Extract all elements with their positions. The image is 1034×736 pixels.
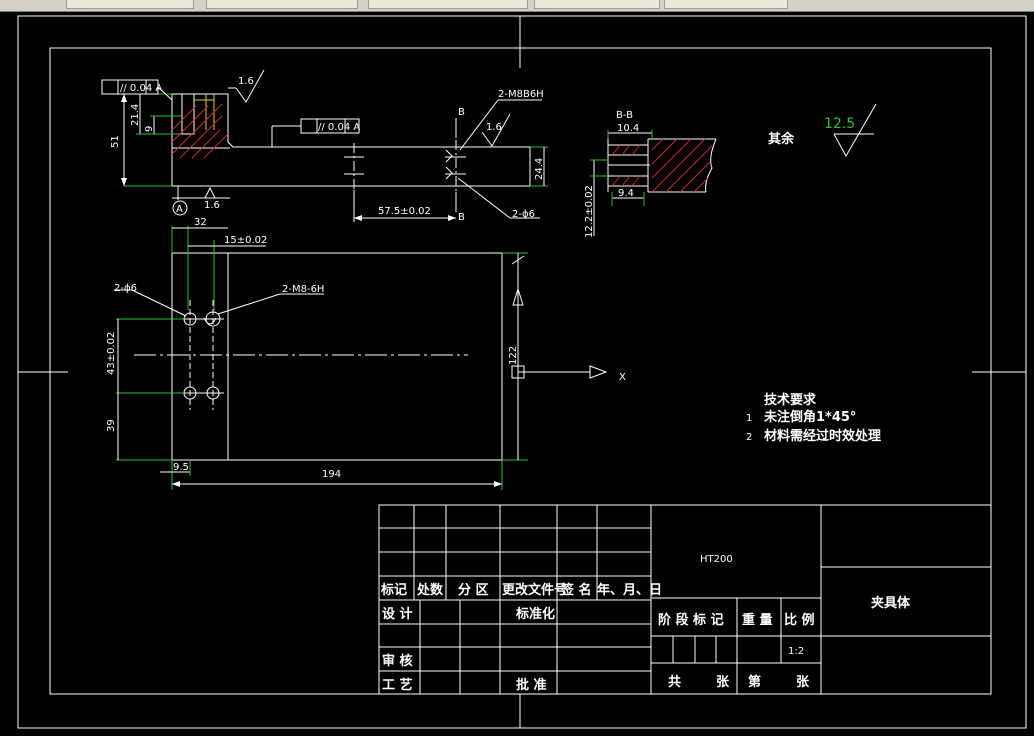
dim-57-5: 57.5±0.02 [378,206,431,217]
hole-label-top: 2-ϕ6 [512,209,535,220]
col-sign: 签 名 [560,582,592,598]
label-design: 设 计 [382,606,413,622]
dim-39: 39 [106,419,117,432]
rest-label: 其余 [768,131,795,147]
label-scale: 比 例 [784,612,815,628]
tech-req-item2-no: 2 [746,432,752,443]
dim-15: 15±0.02 [224,235,267,246]
label-total: 共 [668,674,681,690]
flatness-frame-1: // 0.04 A [120,83,162,94]
dim-9-4: 9.4 [618,188,634,199]
label-weight: 重 量 [742,612,773,628]
section-title: B-B [616,110,633,121]
m8-label-plan: 2-M8-6H [282,284,324,295]
front-view-dimensions [101,69,548,222]
dim-21-4: 21.4 [130,104,141,126]
tech-req-item2: 材料需经过时效处理 [764,428,881,444]
dim-9-5: 9.5 [173,462,189,473]
label-sheet-unit2: 张 [796,675,810,690]
label-process: 工 艺 [382,677,413,693]
flatness-frame-2: // 0.04 A [318,122,360,133]
material: HT200 [700,554,733,565]
dim-43: 43±0.02 [106,332,117,375]
col-mark: 标记 [380,582,407,598]
col-date: 年、月、日 [597,582,662,598]
label-sheet-no: 第 [748,674,761,690]
dim-12-2: 12.2±0.02 [584,185,595,238]
tab-1[interactable] [66,0,194,9]
scale-value: 1:2 [788,646,804,657]
dim-32: 32 [194,217,207,228]
plan-view [114,226,608,490]
label-approve: 批 准 [516,677,547,693]
label-b-bottom: B [458,212,465,223]
hole-label-plan: 2-ϕ6 [114,283,137,294]
part-name: 夹具体 [871,595,911,611]
tab-3[interactable] [368,0,528,9]
m8-label-top: 2-M8B6H [498,89,544,100]
label-review: 审 核 [382,653,413,669]
roughness-3: 1.6 [204,200,220,211]
col-doc: 更改文件号 [502,582,567,598]
dim-122: 122 [508,346,519,365]
tab-4[interactable] [534,0,660,9]
col-count: 处数 [416,582,444,598]
roughness-2: 1.6 [486,122,502,133]
tab-2[interactable] [206,0,358,9]
label-stage: 阶 段 标 记 [658,612,724,628]
dim-51: 51 [110,135,121,148]
rest-value: 12.5 [824,116,855,132]
col-zone: 分 区 [458,582,489,598]
dim-24-4: 24.4 [534,158,545,180]
axis-x: X [619,372,626,383]
tech-req-item1-no: 1 [746,413,752,424]
dim-194: 194 [322,469,341,480]
label-standard: 标准化 [515,606,555,622]
front-view [171,93,531,212]
roughness-1: 1.6 [238,76,254,87]
label-b-top: B [458,107,465,118]
dim-10-4: 10.4 [617,123,639,134]
label-sheet-unit: 张 [716,675,730,690]
cad-drawing-canvas[interactable]: // 0.04 A // 0.04 A 1.6 1.6 1.6 51 21.4 … [0,11,1034,736]
tech-req-item1: 未注倒角1*45° [763,409,856,425]
dim-9: 9 [144,126,155,132]
tech-req-title: 技术要求 [764,392,817,408]
tab-5[interactable] [664,0,788,9]
datum-a: A [176,204,183,215]
